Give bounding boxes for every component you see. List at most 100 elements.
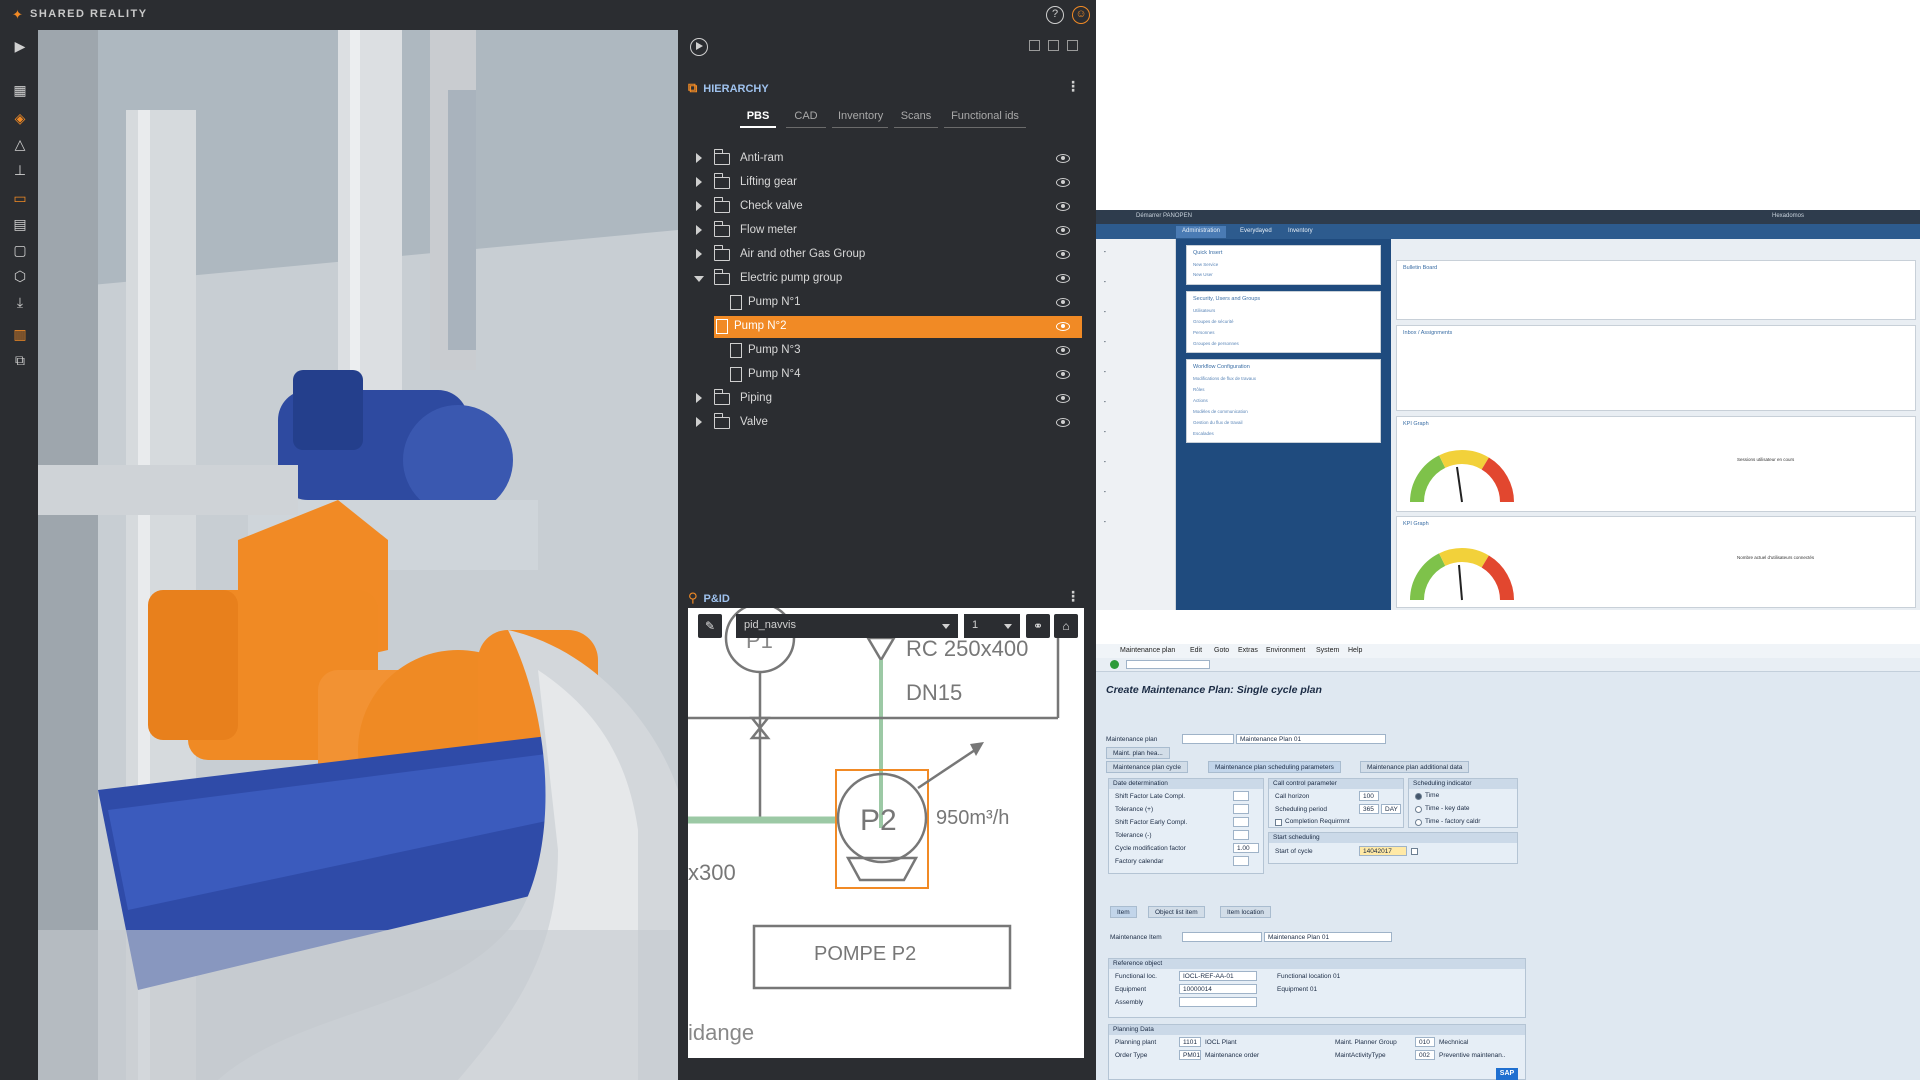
- web-tab-everydayed[interactable]: Everydayed: [1234, 226, 1278, 238]
- shift-factor-early-field[interactable]: [1233, 817, 1249, 827]
- sap-tab-object-list-item[interactable]: Object list item: [1148, 906, 1205, 918]
- assembly-field[interactable]: [1179, 997, 1257, 1007]
- completion-requirement-checkbox[interactable]: [1275, 819, 1282, 826]
- sap-menu-help[interactable]: Help: [1348, 647, 1362, 654]
- maintenance-plan-text[interactable]: Maintenance Plan 01: [1236, 734, 1386, 744]
- confirm-icon[interactable]: [1110, 660, 1119, 669]
- maintenance-item-text[interactable]: Maintenance Plan 01: [1264, 932, 1392, 942]
- toolbox-icon[interactable]: ▭: [12, 190, 28, 206]
- tab-functional-ids[interactable]: Functional ids: [944, 106, 1026, 128]
- tab-scans[interactable]: Scans: [894, 106, 938, 128]
- pid-page-select[interactable]: 1: [964, 614, 1020, 638]
- visibility-eye-icon[interactable]: [1056, 418, 1070, 427]
- sap-menu-goto[interactable]: Goto: [1214, 647, 1229, 654]
- building-icon[interactable]: ▦: [12, 82, 28, 98]
- download-icon[interactable]: ⤓: [12, 294, 28, 310]
- tolerance-minus-field[interactable]: [1233, 830, 1249, 840]
- side-item[interactable]: ▪: [1104, 429, 1106, 434]
- sap-menu-maintenance-plan[interactable]: Maintenance plan: [1120, 647, 1175, 654]
- tree-item-anti-ram[interactable]: Anti-ram: [692, 148, 1082, 170]
- visibility-eye-icon[interactable]: [1056, 154, 1070, 163]
- tree-item-pump-1[interactable]: Pump N°1: [692, 292, 1082, 314]
- sap-menu-system[interactable]: System: [1316, 647, 1339, 654]
- pid-menu-icon[interactable]: ⋮: [1066, 588, 1080, 605]
- tolerance-plus-field[interactable]: [1233, 804, 1249, 814]
- side-item[interactable]: ▪: [1104, 519, 1106, 524]
- calendar-picker-icon[interactable]: [1411, 848, 1418, 855]
- layout-single-icon[interactable]: [1029, 40, 1040, 51]
- tree-item-pump-3[interactable]: Pump N°3: [692, 340, 1082, 362]
- layout-split-icon[interactable]: [1048, 40, 1059, 51]
- sap-menu-edit[interactable]: Edit: [1190, 647, 1202, 654]
- side-item[interactable]: ▪: [1104, 339, 1106, 344]
- cycle-modification-field[interactable]: 1.00: [1233, 843, 1259, 853]
- side-item[interactable]: ▪: [1104, 459, 1106, 464]
- radio-time[interactable]: [1415, 793, 1422, 800]
- link-icon[interactable]: ⚭: [1026, 614, 1050, 638]
- pid-document-select[interactable]: pid_navvis: [736, 614, 958, 638]
- command-field[interactable]: [1126, 660, 1210, 669]
- user-icon[interactable]: ☺: [1072, 6, 1090, 24]
- tree-item-electric-pump-group[interactable]: Electric pump group: [692, 268, 1082, 290]
- expand-arrow-icon[interactable]: [696, 153, 702, 163]
- play-icon[interactable]: [690, 38, 708, 56]
- help-icon[interactable]: ?: [1046, 6, 1064, 24]
- expand-arrow-icon[interactable]: [696, 225, 702, 235]
- home-icon[interactable]: ⌂: [1054, 614, 1078, 638]
- visibility-eye-icon[interactable]: [1056, 346, 1070, 355]
- collapse-arrow-icon[interactable]: [694, 276, 704, 282]
- chart-icon[interactable]: ▤: [12, 216, 28, 232]
- tree-item-air-gas-group[interactable]: Air and other Gas Group: [692, 244, 1082, 266]
- tree-item-valve[interactable]: Valve: [692, 412, 1082, 434]
- equipment-field[interactable]: 10000014: [1179, 984, 1257, 994]
- tree-item-lifting-gear[interactable]: Lifting gear: [692, 172, 1082, 194]
- tree-item-flow-meter[interactable]: Flow meter: [692, 220, 1082, 242]
- sap-menu-extras[interactable]: Extras: [1238, 647, 1258, 654]
- tree-item-pump-2[interactable]: Pump N°2: [714, 316, 1082, 338]
- activity-type-field[interactable]: 002: [1415, 1050, 1435, 1060]
- hierarchy-icon[interactable]: ⧉: [12, 352, 28, 368]
- expand-arrow-icon[interactable]: [696, 249, 702, 259]
- factory-calendar-field[interactable]: [1233, 856, 1249, 866]
- web-tab-inventory[interactable]: Inventory: [1282, 226, 1319, 238]
- sap-tab-scheduling-parameters[interactable]: Maintenance plan scheduling parameters: [1208, 761, 1341, 773]
- maintenance-item-number[interactable]: [1182, 932, 1262, 942]
- tab-pbs[interactable]: PBS: [740, 106, 776, 128]
- radio-time-factory-calendar[interactable]: [1415, 819, 1422, 826]
- radio-time-key-date[interactable]: [1415, 806, 1422, 813]
- sap-menu-environment[interactable]: Environment: [1266, 647, 1305, 654]
- tab-cad[interactable]: CAD: [786, 106, 826, 128]
- visibility-eye-icon[interactable]: [1056, 202, 1070, 211]
- start-of-cycle-field[interactable]: 14042017: [1359, 846, 1407, 856]
- tab-inventory[interactable]: Inventory: [832, 106, 888, 128]
- expand-arrow-icon[interactable]: [696, 417, 702, 427]
- scheduling-period-field[interactable]: 365: [1359, 804, 1379, 814]
- expand-arrow-icon[interactable]: [696, 393, 702, 403]
- 3d-viewport[interactable]: [38, 30, 678, 1080]
- maintenance-plan-number[interactable]: [1182, 734, 1234, 744]
- warning-icon[interactable]: △: [12, 136, 28, 152]
- web-tab-administration[interactable]: Administration: [1176, 226, 1227, 238]
- planner-group-field[interactable]: 010: [1415, 1037, 1435, 1047]
- functional-location-field[interactable]: IOCL-REF-AA-01: [1179, 971, 1257, 981]
- tree-item-piping[interactable]: Piping: [692, 388, 1082, 410]
- visibility-eye-icon[interactable]: [1056, 178, 1070, 187]
- layout-stack-icon[interactable]: [1067, 40, 1078, 51]
- tree-item-check-valve[interactable]: Check valve: [692, 196, 1082, 218]
- pencil-icon[interactable]: ✎: [698, 614, 722, 638]
- sap-tab-plan-cycle[interactable]: Maintenance plan cycle: [1106, 761, 1188, 773]
- side-item[interactable]: ▪: [1104, 309, 1106, 314]
- cube-icon[interactable]: ⬡: [12, 268, 28, 284]
- shift-factor-late-field[interactable]: [1233, 791, 1249, 801]
- sap-tab-item-location[interactable]: Item location: [1220, 906, 1271, 918]
- maint-plan-header-button[interactable]: Maint. plan hea...: [1106, 747, 1170, 759]
- call-horizon-field[interactable]: 100: [1359, 791, 1379, 801]
- sap-tab-item[interactable]: Item: [1110, 906, 1137, 918]
- tree-item-pump-4[interactable]: Pump N°4: [692, 364, 1082, 386]
- order-type-field[interactable]: PM01: [1179, 1050, 1201, 1060]
- visibility-eye-icon[interactable]: [1056, 274, 1070, 283]
- visibility-eye-icon[interactable]: [1056, 226, 1070, 235]
- factory-icon[interactable]: ▥: [12, 326, 28, 342]
- side-item[interactable]: ▪: [1104, 399, 1106, 404]
- comment-icon[interactable]: ▢: [12, 242, 28, 258]
